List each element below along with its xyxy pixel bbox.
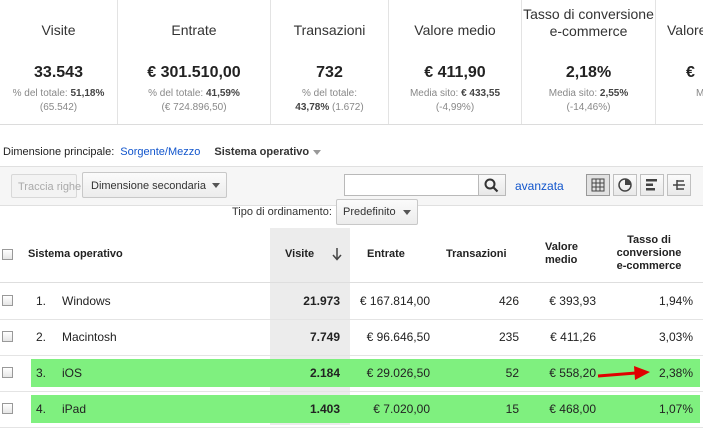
- row-highlight: [31, 395, 700, 423]
- scorecard-visits[interactable]: Visite 33.543 % del totale: 51,18% (65.5…: [0, 0, 118, 124]
- row-index: 4.: [36, 402, 47, 416]
- scorecard-value: €: [686, 64, 695, 81]
- table-row[interactable]: 4. iPad 1.403 € 7.020,00 15 € 468,00 1,0…: [0, 391, 703, 428]
- scorecard-value-partial[interactable]: Valore € Me: [656, 0, 703, 124]
- row-avg-value: € 393,93: [549, 294, 596, 308]
- row-checkbox[interactable]: [2, 331, 13, 342]
- scorecard-subtext: Media sito: € 433,55 (-4,99%): [409, 88, 501, 113]
- table-row[interactable]: 1. Windows 21.973 € 167.814,00 426 € 393…: [0, 283, 703, 320]
- pie-view-button[interactable]: [613, 174, 637, 196]
- row-visits: 2.184: [309, 366, 340, 380]
- row-transactions: 15: [505, 402, 519, 416]
- row-transactions: 426: [498, 294, 519, 308]
- column-header-os[interactable]: Sistema operativo: [28, 248, 123, 261]
- dimension-active-os[interactable]: Sistema operativo: [214, 146, 309, 158]
- row-checkbox[interactable]: [2, 403, 13, 414]
- scorecard-title: Valore: [667, 22, 703, 38]
- chevron-down-icon: [403, 210, 411, 215]
- scorecard-conversion[interactable]: Tasso di conversione e-commerce 2,18% Med…: [522, 0, 656, 124]
- dimension-link-source-medium[interactable]: Sorgente/Mezzo: [120, 146, 200, 158]
- sort-descending-icon[interactable]: [331, 247, 343, 261]
- row-transactions: 235: [498, 330, 519, 344]
- search-icon: [484, 178, 499, 193]
- pivot-view-icon: [673, 180, 685, 190]
- scorecard-title: Tasso di conversione e-commerce: [523, 6, 654, 39]
- column-header-visits[interactable]: Visite: [285, 248, 314, 261]
- row-visits: 21.973: [303, 294, 340, 308]
- scorecard-subtext: Me: [696, 88, 703, 99]
- summary-scorecards: Visite 33.543 % del totale: 51,18% (65.5…: [0, 0, 703, 125]
- pivot-view-button[interactable]: [667, 174, 691, 196]
- bar-view-icon: [646, 179, 657, 191]
- column-header-avg-value[interactable]: Valore medio: [545, 241, 578, 267]
- row-conversion: 1,94%: [658, 294, 693, 308]
- row-visits: 7.749: [309, 330, 340, 344]
- scorecard-value: 2,18%: [565, 64, 612, 81]
- row-revenue: € 96.646,50: [366, 330, 430, 344]
- column-header-transactions[interactable]: Transazioni: [446, 248, 507, 261]
- row-avg-value: € 411,26: [550, 330, 596, 344]
- row-conversion: 2,38%: [658, 366, 693, 380]
- chevron-down-icon: [212, 183, 220, 188]
- row-checkbox[interactable]: [2, 295, 13, 306]
- table-row[interactable]: 2. Macintosh 7.749 € 96.646,50 235 € 411…: [0, 319, 703, 356]
- scorecard-subtext: % del totale: 41,59% (€ 724.896,50): [148, 88, 240, 113]
- scorecard-title: Visite: [41, 22, 76, 38]
- row-revenue: € 29.026,50: [366, 366, 430, 380]
- scorecard-value: 33.543: [34, 64, 83, 81]
- red-arrow-icon: [597, 366, 650, 380]
- pie-view-icon: [618, 178, 632, 192]
- advanced-filter-link[interactable]: avanzata: [515, 179, 564, 193]
- column-header-conversion[interactable]: Tasso di conversione e-commerce: [604, 234, 694, 273]
- table-search-input[interactable]: [344, 174, 479, 196]
- row-revenue: € 7.020,00: [373, 402, 430, 416]
- scorecard-subtext: Media sito: 2,55% (-14,46%): [548, 88, 629, 113]
- chevron-down-icon[interactable]: [313, 149, 322, 155]
- scorecard-subtext: % del totale: 43,78% (1.672): [295, 88, 364, 113]
- scorecard-subtext: % del totale: 51,18% (65.542): [12, 88, 105, 113]
- table-header: Sistema operativo Visite Entrate Transaz…: [0, 228, 703, 283]
- row-visits: 1.403: [309, 402, 340, 416]
- row-transactions: 52: [505, 366, 519, 380]
- table-view-icon: [591, 178, 605, 192]
- plot-rows-button[interactable]: Traccia righe: [11, 174, 81, 198]
- secondary-dimension-label: Dimensione secondaria: [91, 180, 206, 192]
- row-index: 3.: [36, 366, 47, 380]
- row-os-name[interactable]: iPad: [62, 402, 86, 416]
- search-button[interactable]: [478, 174, 506, 196]
- scorecard-title: Transazioni: [293, 22, 366, 38]
- sort-type-value: Predefinito: [343, 206, 396, 218]
- scorecard-value: € 411,90: [424, 64, 486, 81]
- select-all-checkbox[interactable]: [2, 249, 13, 260]
- row-index: 1.: [36, 294, 47, 308]
- row-os-name[interactable]: Macintosh: [62, 330, 117, 344]
- secondary-dimension-dropdown[interactable]: Dimensione secondaria: [82, 172, 227, 198]
- row-avg-value: € 468,00: [549, 402, 596, 416]
- row-index: 2.: [36, 330, 47, 344]
- sort-type-label: Tipo di ordinamento:: [232, 206, 332, 218]
- scorecard-title: Entrate: [171, 22, 217, 38]
- scorecard-value: € 301.510,00: [147, 64, 241, 81]
- bar-view-button[interactable]: [640, 174, 664, 196]
- primary-dimension-bar: Dimensione principale: Sorgente/Mezzo Sist…: [3, 146, 322, 158]
- row-os-name[interactable]: Windows: [62, 294, 111, 308]
- row-os-name[interactable]: iOS: [62, 366, 82, 380]
- scorecard-title: Valore medio: [414, 22, 496, 38]
- primary-dimension-label: Dimensione principale:: [3, 146, 115, 158]
- scorecard-avg-value[interactable]: Valore medio € 411,90 Media sito: € 433,…: [389, 0, 522, 124]
- scorecard-transactions[interactable]: Transazioni 732 % del totale: 43,78% (1.…: [271, 0, 389, 124]
- scorecard-value: 732: [316, 64, 343, 81]
- column-header-revenue[interactable]: Entrate: [367, 248, 405, 261]
- row-conversion: 1,07%: [658, 402, 693, 416]
- row-checkbox[interactable]: [2, 367, 13, 378]
- row-avg-value: € 558,20: [549, 366, 596, 380]
- row-revenue: € 167.814,00: [359, 294, 430, 308]
- table-view-button[interactable]: [586, 174, 610, 196]
- scorecard-revenue[interactable]: Entrate € 301.510,00 % del totale: 41,59…: [118, 0, 271, 124]
- row-conversion: 3,03%: [658, 330, 693, 344]
- sort-type-dropdown[interactable]: Predefinito: [336, 199, 418, 225]
